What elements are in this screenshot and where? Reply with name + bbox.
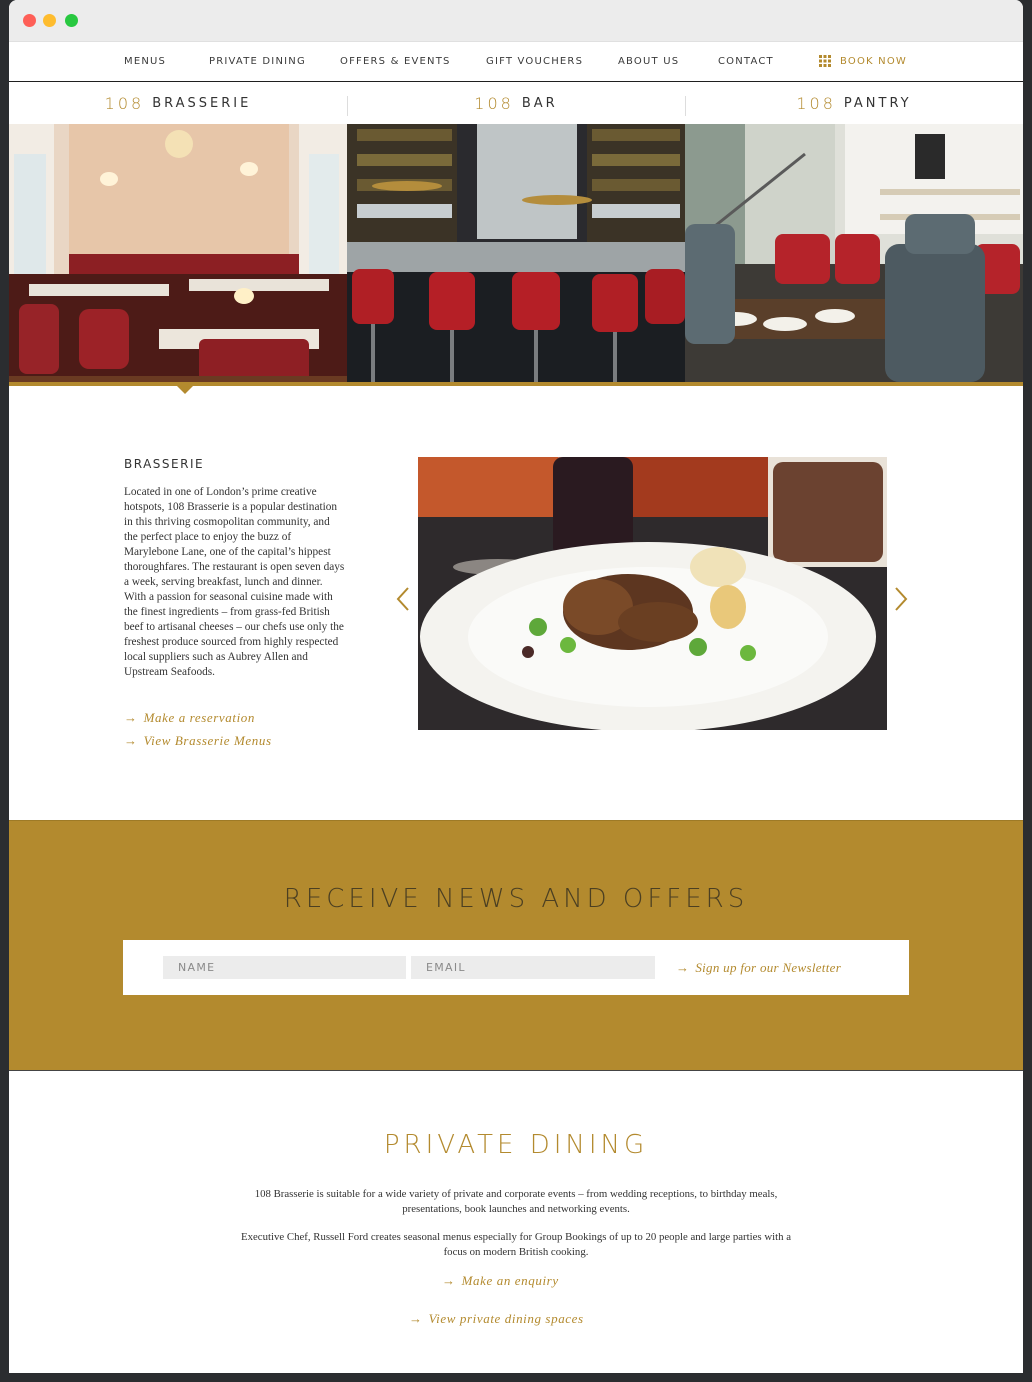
minimize-window-button[interactable] xyxy=(43,14,56,27)
nav-about-us[interactable]: ABOUT US xyxy=(618,56,679,67)
dish-photo xyxy=(418,457,887,730)
brasserie-heading: BRASSERIE xyxy=(124,457,205,471)
venue-name: BAR xyxy=(521,95,558,111)
newsletter-name-field[interactable] xyxy=(163,956,406,979)
newsletter-email-field[interactable] xyxy=(411,956,655,979)
arrow-right-icon: → xyxy=(442,1273,456,1288)
link-label: View private dining spaces xyxy=(428,1311,584,1326)
make-enquiry-link[interactable]: → Make an enquiry xyxy=(442,1273,559,1289)
active-tab-pointer-icon xyxy=(177,386,193,394)
brasserie-photo[interactable] xyxy=(9,124,347,382)
link-label: Make a reservation xyxy=(143,710,256,725)
nav-gift-vouchers[interactable]: GIFT VOUCHERS xyxy=(486,56,583,67)
carousel-next-button[interactable] xyxy=(893,586,909,612)
main-nav: MENUS PRIVATE DINING OFFERS & EVENTS GIF… xyxy=(9,42,1023,82)
browser-window: MENUS PRIVATE DINING OFFERS & EVENTS GIF… xyxy=(9,0,1023,1373)
venue-tab-brasserie[interactable]: 108 BRASSERIE xyxy=(9,82,347,124)
venue-name: PANTRY xyxy=(843,95,912,111)
newsletter-signup-button[interactable]: → Sign up for our Newsletter xyxy=(676,960,841,976)
arrow-right-icon: → xyxy=(124,733,138,748)
venue-number: 108 xyxy=(104,93,145,113)
venue-name: BRASSERIE xyxy=(152,95,252,111)
view-private-dining-spaces-link[interactable]: → View private dining spaces xyxy=(409,1311,584,1327)
bar-photo[interactable] xyxy=(347,124,685,382)
newsletter-form: → Sign up for our Newsletter xyxy=(123,940,909,995)
arrow-right-icon: → xyxy=(124,710,138,725)
nav-private-dining[interactable]: PRIVATE DINING xyxy=(209,56,306,67)
venue-accent-rule xyxy=(9,382,1023,386)
private-dining-intro: 108 Brasserie is suitable for a wide var… xyxy=(254,1188,778,1215)
link-label: View Brasserie Menus xyxy=(143,733,272,748)
venue-tab-pantry[interactable]: 108 PANTRY xyxy=(685,82,1023,124)
private-dining-title: PRIVATE DINING xyxy=(383,1130,649,1160)
brasserie-description: Located in one of London’s prime creativ… xyxy=(124,486,345,678)
arrow-right-icon: → xyxy=(409,1311,423,1326)
newsletter-title: RECEIVE NEWS AND OFFERS xyxy=(283,884,749,914)
link-label: Make an enquiry xyxy=(461,1273,559,1288)
venue-number: 108 xyxy=(474,93,514,113)
pantry-photo[interactable] xyxy=(685,124,1023,382)
view-brasserie-menus-link[interactable]: → View Brasserie Menus xyxy=(124,733,272,749)
maximize-window-button[interactable] xyxy=(65,14,78,27)
nav-menus[interactable]: MENUS xyxy=(124,56,166,67)
calendar-grid-icon[interactable] xyxy=(819,55,831,67)
venue-number: 108 xyxy=(796,93,836,113)
venue-tab-bar[interactable]: 108 BAR xyxy=(347,82,685,124)
link-label: Sign up for our Newsletter xyxy=(695,960,842,975)
nav-offers-events[interactable]: OFFERS & EVENTS xyxy=(340,56,451,67)
make-reservation-link[interactable]: → Make a reservation xyxy=(124,710,255,726)
nav-contact[interactable]: CONTACT xyxy=(718,56,774,67)
close-window-button[interactable] xyxy=(23,14,36,27)
book-now-link[interactable]: BOOK NOW xyxy=(840,56,907,67)
carousel-prev-button[interactable] xyxy=(395,586,411,612)
private-dining-chef-text: Executive Chef, Russell Ford creates sea… xyxy=(241,1231,792,1258)
arrow-right-icon: → xyxy=(676,960,690,975)
window-titlebar xyxy=(9,0,1023,42)
